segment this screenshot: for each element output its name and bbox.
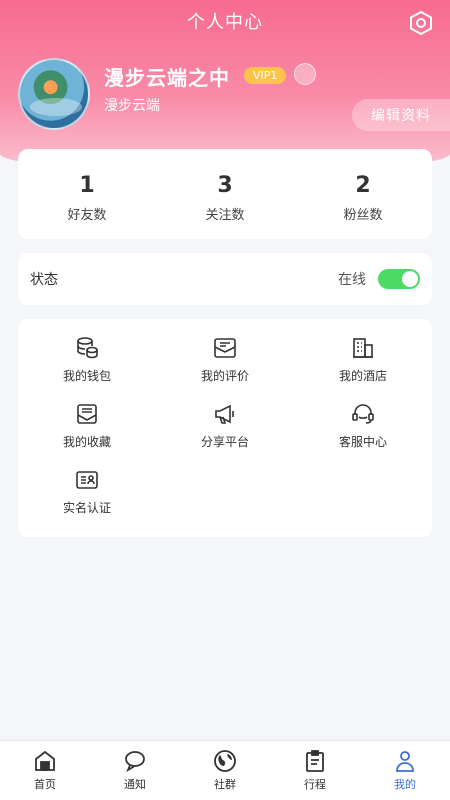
edit-profile-button[interactable]: 编辑资料 [352, 99, 450, 131]
menu-label: 分享平台 [200, 435, 249, 449]
menu-item-hotel[interactable]: 我的酒店 [294, 335, 432, 401]
page-title: 个人中心 [187, 12, 263, 33]
menu-item-reviews[interactable]: 我的评价 [156, 335, 294, 401]
menu-item-verification[interactable]: 实名认证 [18, 467, 156, 533]
settings-icon[interactable] [408, 10, 434, 36]
stat-value: 2 [355, 173, 371, 198]
review-icon [214, 338, 236, 358]
id-card-icon [76, 471, 98, 489]
person-icon [396, 751, 414, 772]
menu-item-favorites[interactable]: 我的收藏 [18, 401, 156, 467]
stat-value: 3 [217, 173, 233, 198]
stat-label: 粉丝数 [343, 208, 383, 223]
username: 漫步云端之中 [104, 66, 230, 90]
tab-label: 首页 [34, 778, 56, 791]
menu-label: 我的酒店 [338, 369, 387, 383]
toggle-knob [402, 271, 418, 287]
menu-label: 我的钱包 [62, 369, 111, 383]
menu-label: 客服中心 [338, 435, 387, 449]
hotel-icon [353, 338, 373, 358]
badge-icon [294, 63, 316, 85]
globe-icon [214, 750, 236, 772]
user-subtitle: 漫步云端 [104, 98, 160, 114]
tab-home[interactable]: 首页 [0, 741, 90, 800]
chat-bubble-icon [125, 751, 145, 773]
menu-label: 我的收藏 [62, 435, 111, 449]
stat-label: 关注数 [205, 208, 245, 223]
stat-label: 好友数 [67, 208, 107, 223]
menu-item-support[interactable]: 客服中心 [294, 401, 432, 467]
tab-notifications[interactable]: 通知 [90, 741, 180, 800]
wallet-icon [77, 337, 98, 359]
vip-badge: VIP1 [244, 67, 287, 84]
menu-item-wallet[interactable]: 我的钱包 [18, 335, 156, 401]
menu-card: 我的钱包 我的评价 我的酒店 我的收藏 分享平台 客服中心 实名认证 [18, 319, 432, 537]
menu-grid: 我的钱包 我的评价 我的酒店 我的收藏 分享平台 客服中心 实名认证 [18, 319, 432, 533]
status-value: 在线 [338, 272, 366, 288]
favorites-icon [77, 404, 97, 424]
tab-profile[interactable]: 我的 [360, 741, 450, 800]
online-toggle[interactable] [378, 269, 420, 289]
megaphone-icon [215, 404, 234, 424]
stat-friends[interactable]: 1 好友数 [18, 149, 156, 239]
menu-label: 我的评价 [200, 369, 249, 383]
headset-icon [352, 404, 374, 424]
tab-label: 行程 [304, 778, 326, 791]
tab-label: 我的 [394, 778, 416, 791]
tab-community[interactable]: 社群 [180, 741, 270, 800]
clipboard-icon [306, 750, 324, 772]
avatar[interactable] [18, 58, 90, 130]
stat-value: 1 [79, 173, 95, 198]
tab-label: 社群 [214, 778, 236, 791]
tab-trips[interactable]: 行程 [270, 741, 360, 800]
home-icon [35, 750, 55, 771]
status-card: 状态 在线 [18, 253, 432, 305]
stat-following[interactable]: 3 关注数 [156, 149, 294, 239]
menu-item-share[interactable]: 分享平台 [156, 401, 294, 467]
tab-label: 通知 [124, 778, 146, 791]
status-label: 状态 [30, 272, 58, 288]
stats-card: 1 好友数 3 关注数 2 粉丝数 [18, 149, 432, 239]
menu-label: 实名认证 [62, 501, 111, 515]
bottom-tab-bar: 首页 通知 社群 行程 我的 [0, 740, 450, 800]
stat-followers[interactable]: 2 粉丝数 [294, 149, 432, 239]
